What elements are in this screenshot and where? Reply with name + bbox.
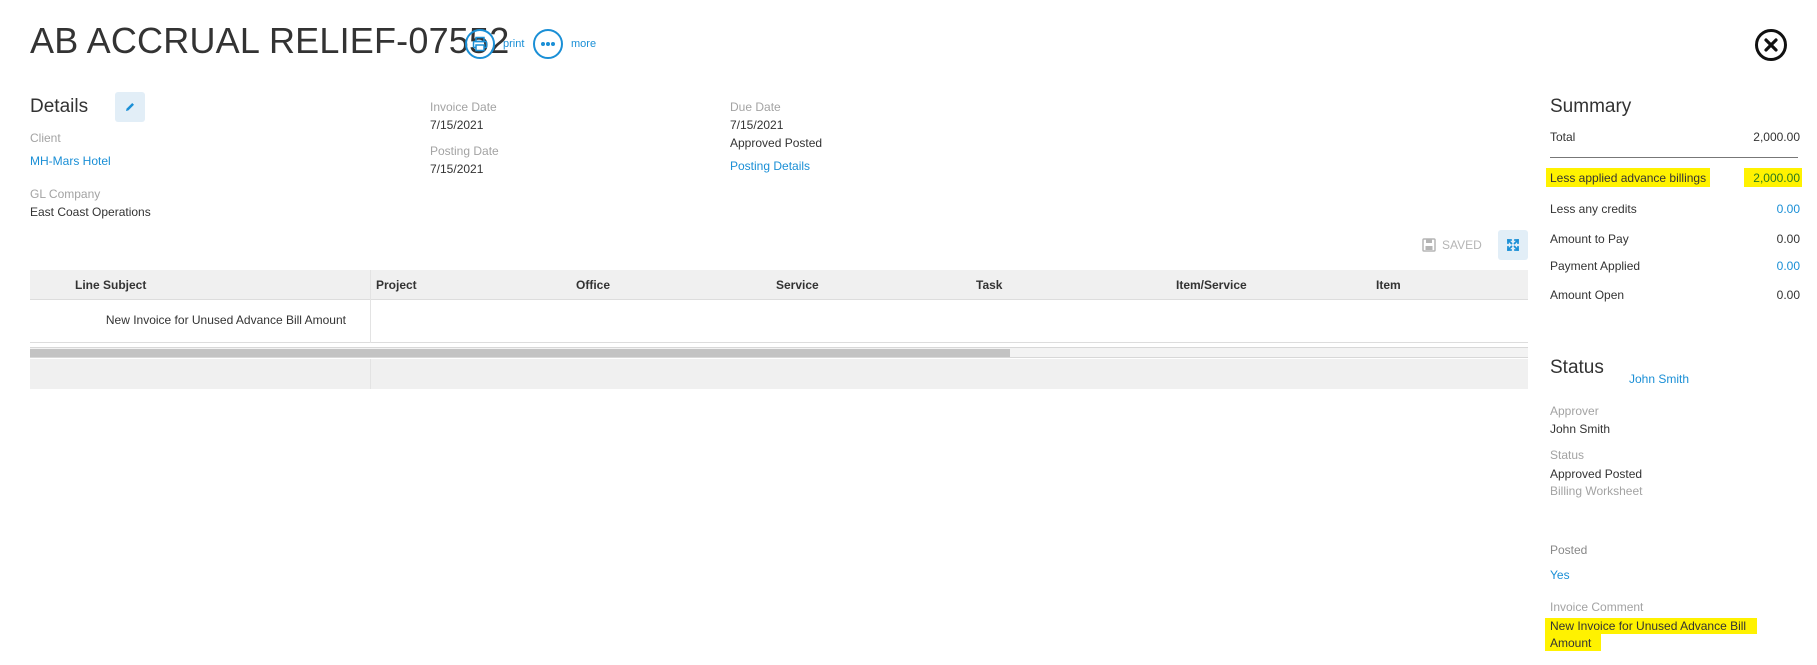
summary-divider — [1550, 157, 1798, 158]
gl-company-value: East Coast Operations — [30, 205, 151, 219]
expand-grid-button[interactable] — [1498, 230, 1528, 260]
invoice-comment-line-2: Amount — [1550, 636, 1592, 650]
more-button[interactable]: more — [533, 29, 596, 59]
total-value: 2,000.00 — [1753, 130, 1800, 144]
status-label: Status — [1550, 448, 1585, 462]
line-subject-cell: New Invoice for Unused Advance Bill Amou… — [105, 313, 346, 327]
printer-icon — [465, 29, 495, 59]
column-header-project[interactable]: Project — [376, 270, 417, 300]
print-label: print — [503, 38, 525, 50]
client-label: Client — [30, 131, 61, 145]
ellipsis-icon — [533, 29, 563, 59]
status-owner-link[interactable]: John Smith — [1629, 372, 1689, 386]
payment-applied-label: Payment Applied — [1550, 259, 1641, 273]
column-divider — [370, 359, 371, 389]
column-header-item-service[interactable]: Item/Service — [1176, 270, 1247, 300]
summary-payment-applied-row: Payment Applied 0.00 — [1550, 259, 1800, 275]
pencil-icon — [124, 101, 136, 113]
close-button[interactable] — [1755, 29, 1787, 61]
table-row[interactable]: New Invoice for Unused Advance Bill Amou… — [30, 300, 1528, 343]
less-credits-label: Less any credits — [1550, 202, 1637, 216]
save-icon — [1422, 238, 1436, 252]
summary-credits-row: Less any credits 0.00 — [1550, 202, 1800, 218]
invoice-date-value: 7/15/2021 — [430, 118, 484, 132]
approver-value: John Smith — [1550, 422, 1611, 436]
total-label: Total — [1550, 130, 1576, 144]
summary-heading: Summary — [1550, 96, 1632, 117]
saved-indicator: SAVED — [1422, 238, 1482, 252]
due-date-label: Due Date — [730, 100, 781, 114]
invoice-comment-label: Invoice Comment — [1550, 600, 1644, 614]
amount-to-pay-value: 0.00 — [1776, 232, 1800, 246]
horizontal-scrollbar[interactable] — [30, 347, 1528, 358]
approval-status-value: Approved Posted — [730, 136, 823, 150]
posting-details-link[interactable]: Posting Details — [730, 159, 810, 173]
posted-label: Posted — [1550, 543, 1588, 557]
less-advance-value: 2,000.00 — [1753, 171, 1800, 185]
less-advance-label: Less applied advance billings — [1550, 171, 1707, 185]
summary-amount-open-row: Amount Open 0.00 — [1550, 288, 1800, 304]
edit-details-button[interactable] — [115, 92, 145, 122]
due-date-value: 7/15/2021 — [730, 118, 784, 132]
client-link[interactable]: MH-Mars Hotel — [30, 154, 111, 168]
summary-advance-row: Less applied advance billings 2,000.00 — [1550, 171, 1800, 187]
amount-open-value: 0.00 — [1776, 288, 1800, 302]
column-header-office[interactable]: Office — [576, 270, 610, 300]
more-label: more — [571, 38, 597, 50]
details-heading: Details — [30, 96, 89, 117]
invoice-date-label: Invoice Date — [430, 100, 497, 114]
print-button[interactable]: print — [465, 29, 524, 59]
approver-label: Approver — [1550, 404, 1599, 418]
summary-total-row: Total 2,000.00 — [1550, 130, 1800, 146]
column-divider — [370, 270, 371, 300]
grid-footer — [30, 359, 1528, 389]
payment-applied-link[interactable]: 0.00 — [1777, 259, 1800, 273]
saved-label: SAVED — [1442, 238, 1482, 252]
posting-date-label: Posting Date — [430, 144, 499, 158]
status-value: Approved Posted — [1550, 467, 1643, 481]
close-icon — [1764, 38, 1778, 52]
invoice-lines-grid: Line Subject Project Office Service Task… — [30, 270, 1528, 390]
page-title: AB ACCRUAL RELIEF-07552 — [30, 20, 510, 61]
column-header-service[interactable]: Service — [776, 270, 819, 300]
column-header-task[interactable]: Task — [976, 270, 1002, 300]
status-heading: Status — [1550, 357, 1604, 378]
billing-worksheet-label: Billing Worksheet — [1550, 484, 1643, 498]
grid-header: Line Subject Project Office Service Task… — [30, 270, 1528, 300]
column-divider — [370, 300, 371, 343]
amount-open-label: Amount Open — [1550, 288, 1625, 302]
invoice-comment-line-1: New Invoice for Unused Advance Bill — [1550, 619, 1747, 633]
column-header-item[interactable]: Item — [1376, 270, 1401, 300]
gl-company-label: GL Company — [30, 187, 101, 201]
expand-icon — [1506, 238, 1520, 252]
posted-value[interactable]: Yes — [1550, 568, 1570, 582]
summary-amount-to-pay-row: Amount to Pay 0.00 — [1550, 232, 1800, 248]
scrollbar-thumb[interactable] — [30, 349, 1010, 357]
less-credits-link[interactable]: 0.00 — [1777, 202, 1800, 216]
amount-to-pay-label: Amount to Pay — [1550, 232, 1629, 246]
column-header-line-subject[interactable]: Line Subject — [75, 270, 146, 300]
posting-date-value: 7/15/2021 — [430, 162, 484, 176]
